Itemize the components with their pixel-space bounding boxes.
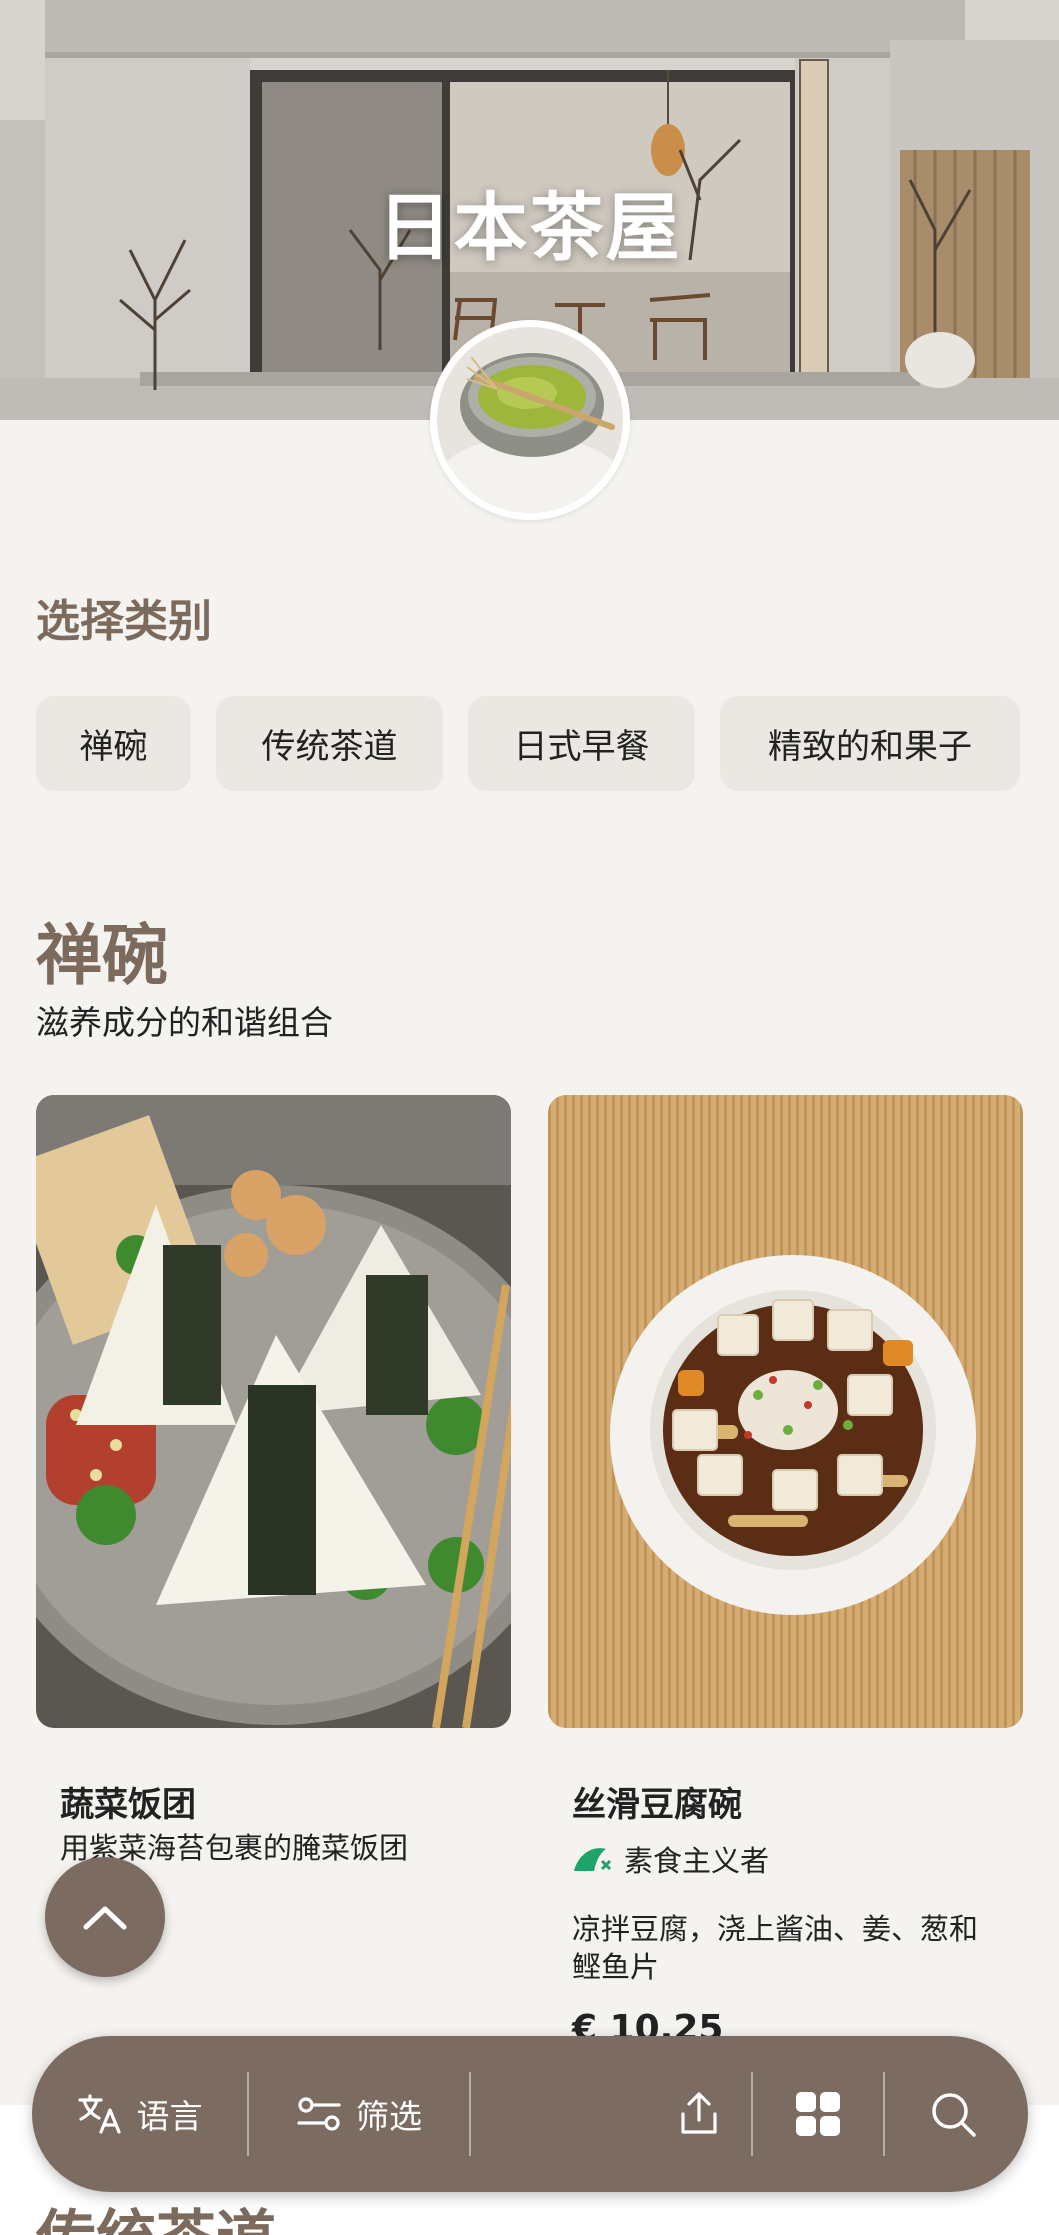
search-button[interactable] <box>885 2036 1020 2192</box>
translate-icon <box>77 2094 121 2134</box>
next-section-title: 传统茶道 <box>36 2190 276 2235</box>
category-chip-wagashi[interactable]: 精致的和果子 <box>720 696 1020 791</box>
grid-icon <box>796 2092 840 2136</box>
category-heading: 选择类别 <box>36 596 212 647</box>
tofu-bowl-image <box>548 1095 1023 1728</box>
vegan-label: 素食主义者 <box>624 1844 770 1878</box>
tofu-bowl-card-image[interactable] <box>548 1095 1023 1728</box>
bottom-toolbar: 语言 筛选 <box>32 2036 1028 2192</box>
language-label: 语言 <box>136 2097 203 2136</box>
search-icon <box>931 2093 976 2137</box>
onigiri-card-image[interactable] <box>36 1095 511 1728</box>
description-line: 鲣鱼片 <box>572 1950 660 1984</box>
toolbar-divider <box>469 2072 471 2156</box>
category-chips: 禅碗 传统茶道 日式早餐 精致的和果子 <box>36 696 1020 791</box>
filter-label: 筛选 <box>356 2097 422 2136</box>
onigiri-name: 蔬菜饭团 <box>60 1785 196 1825</box>
tofu-bowl-name: 丝滑豆腐碗 <box>572 1785 742 1825</box>
grid-view-button[interactable] <box>753 2036 883 2192</box>
vegan-icon <box>574 1848 612 1872</box>
category-chip-tea-ceremony[interactable]: 传统茶道 <box>216 696 443 791</box>
onigiri-image <box>36 1095 511 1728</box>
description-line: 凉拌豆腐，浇上酱油、姜、葱和 <box>572 1912 979 1946</box>
tofu-bowl-description: 凉拌豆腐，浇上酱油、姜、葱和 鲣鱼片 <box>572 1910 1012 1986</box>
restaurant-title: 日本茶屋 <box>377 185 682 271</box>
vegan-tag: 素食主义者 <box>572 1838 769 1880</box>
section-subtitle: 滋养成分的和谐组合 <box>36 1003 333 1042</box>
category-chip-japanese-breakfast[interactable]: 日式早餐 <box>468 696 695 791</box>
scroll-to-top-button[interactable] <box>45 1857 165 1977</box>
chevron-up-icon <box>83 1906 127 1930</box>
section-title: 禅碗 <box>36 917 168 994</box>
filter-sliders-icon <box>297 2097 341 2131</box>
language-button[interactable]: 语言 <box>32 2036 247 2192</box>
matcha-bowl-image <box>437 327 623 513</box>
restaurant-logo-avatar <box>430 320 630 520</box>
share-button[interactable] <box>646 2036 751 2192</box>
filter-button[interactable]: 筛选 <box>249 2036 469 2192</box>
share-icon <box>680 2092 717 2134</box>
category-chip-zen-bowl[interactable]: 禅碗 <box>36 696 191 791</box>
